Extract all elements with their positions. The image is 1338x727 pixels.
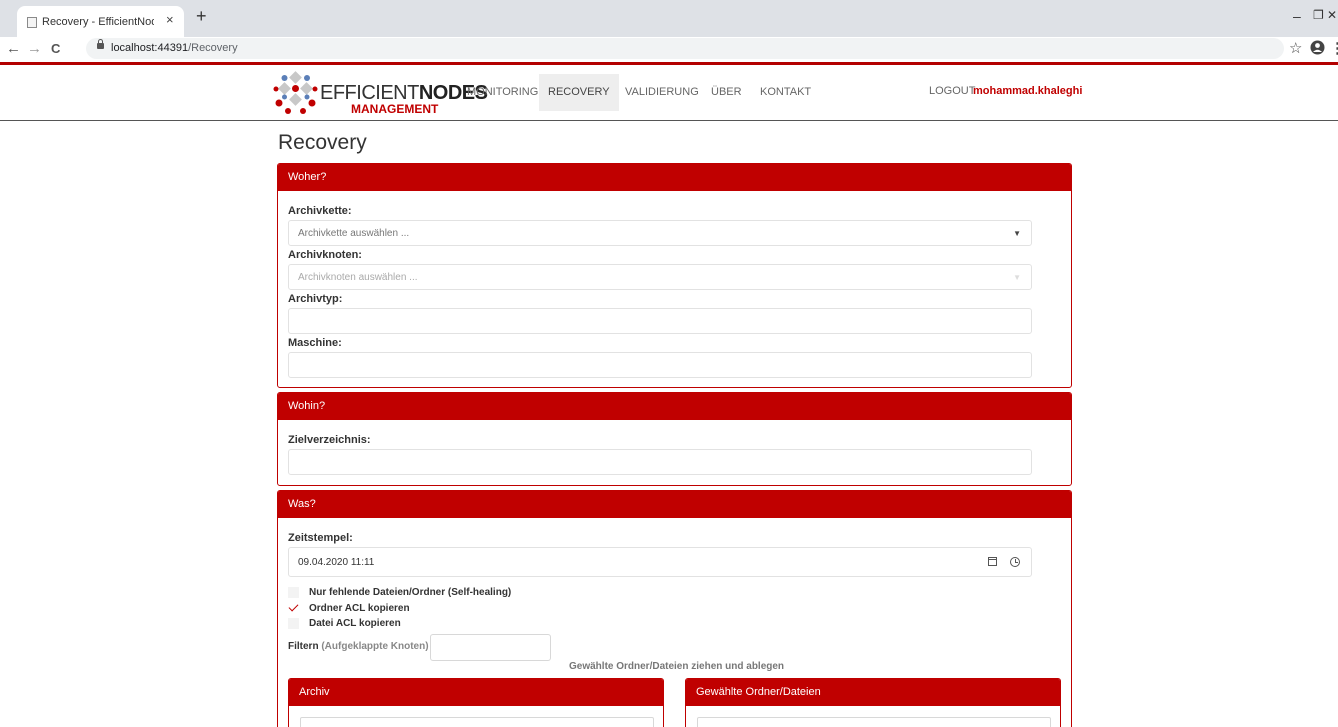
browser-tab[interactable]: Recovery - EfficientNodes.Manag ×	[17, 6, 184, 37]
nav-validierung[interactable]: VALIDIERUNG	[616, 74, 708, 111]
zielverzeichnis-label: Zielverzeichnis:	[288, 434, 371, 446]
ordner-acl-checkbox[interactable]	[288, 603, 299, 614]
ordner-acl-label: Ordner ACL kopieren	[309, 603, 410, 614]
new-tab-icon[interactable]: +	[196, 6, 207, 27]
archiv-panel: Archiv	[288, 678, 664, 727]
datei-acl-label: Datei ACL kopieren	[309, 618, 401, 629]
forward-icon[interactable]: →	[27, 40, 42, 57]
selected-items-dropzone[interactable]	[697, 717, 1051, 727]
archivknoten-select[interactable]: Archivknoten auswählen ... ▼	[288, 264, 1032, 290]
tab-close-icon[interactable]: ×	[166, 12, 174, 27]
filter-label: Filtern (Aufgeklappte Knoten)	[288, 641, 429, 652]
site-navbar: EFFICIENTNODES MANAGEMENT MONITORING REC…	[0, 65, 1338, 121]
archivkette-select[interactable]: Archivkette auswählen ... ▼	[288, 220, 1032, 246]
back-icon[interactable]: ←	[6, 40, 21, 57]
zeitstempel-field[interactable]: 09.04.2020 11:11	[288, 547, 1032, 577]
panel-was: Was? Zeitstempel: 09.04.2020 11:11 Nur f…	[277, 490, 1072, 727]
browser-toolbar: ← → C localhost:44391/Recovery ☆ ⋮	[0, 37, 1338, 63]
clock-icon[interactable]	[1010, 557, 1020, 567]
reload-icon[interactable]: C	[51, 41, 60, 56]
chevron-down-icon: ▼	[1013, 229, 1021, 238]
archiv-panel-heading: Archiv	[289, 679, 663, 706]
selected-items-panel: Gewählte Ordner/Dateien	[685, 678, 1061, 727]
maschine-label: Maschine:	[288, 337, 342, 349]
url-text: localhost:44391/Recovery	[111, 42, 238, 54]
close-window-icon[interactable]: ✕	[1327, 8, 1337, 22]
panel-woher: Woher? Archivkette: Archivkette auswähle…	[277, 163, 1072, 388]
nodes-logo-icon	[273, 71, 318, 114]
nav-ueber[interactable]: ÜBER	[702, 74, 751, 111]
logout-link[interactable]: LOGOUT	[929, 85, 975, 97]
panel-was-heading: Was?	[278, 491, 1071, 518]
brand-logo[interactable]: EFFICIENTNODES MANAGEMENT	[272, 69, 488, 117]
archivtyp-field[interactable]	[288, 308, 1032, 334]
bookmark-star-icon[interactable]: ☆	[1289, 39, 1302, 57]
page-title: Recovery	[278, 131, 367, 154]
archiv-tree-filter[interactable]	[300, 717, 654, 727]
minimize-icon[interactable]: –	[1293, 8, 1301, 24]
archivkette-label: Archivkette:	[288, 205, 352, 217]
datei-acl-checkbox[interactable]	[288, 618, 299, 629]
calendar-icon[interactable]	[988, 557, 997, 566]
zeitstempel-label: Zeitstempel:	[288, 532, 353, 544]
maschine-field[interactable]	[288, 352, 1032, 378]
panel-woher-heading: Woher?	[278, 164, 1071, 191]
nav-monitoring[interactable]: MONITORING	[458, 74, 547, 111]
zielverzeichnis-field[interactable]	[288, 449, 1032, 475]
self-healing-label: Nur fehlende Dateien/Ordner (Self-healin…	[309, 587, 512, 598]
selected-items-panel-heading: Gewählte Ordner/Dateien	[686, 679, 1060, 706]
brand-subtitle: MANAGEMENT	[351, 102, 439, 116]
panel-wohin: Wohin? Zielverzeichnis:	[277, 392, 1072, 486]
user-name-link[interactable]: mohammad.khaleghi	[973, 85, 1082, 97]
page-favicon-icon	[27, 17, 37, 28]
lock-icon	[97, 39, 104, 49]
panel-wohin-heading: Wohin?	[278, 393, 1071, 420]
filter-input[interactable]	[430, 634, 551, 661]
browser-menu-icon[interactable]: ⋮	[1330, 39, 1338, 57]
chevron-down-icon: ▼	[1013, 273, 1021, 282]
nav-kontakt[interactable]: KONTAKT	[751, 74, 820, 111]
drag-drop-hint: Gewählte Ordner/Dateien ziehen und ableg…	[569, 661, 785, 672]
archivknoten-label: Archivknoten:	[288, 249, 362, 261]
tab-title: Recovery - EfficientNodes.Manag	[42, 16, 154, 28]
restore-icon[interactable]: ❐	[1313, 8, 1324, 22]
self-healing-checkbox[interactable]	[288, 587, 299, 598]
profile-icon[interactable]	[1310, 40, 1325, 59]
browser-tabstrip: Recovery - EfficientNodes.Manag × + – ❐ …	[0, 0, 1338, 37]
archivtyp-label: Archivtyp:	[288, 293, 343, 305]
address-bar[interactable]: localhost:44391/Recovery	[86, 38, 1284, 59]
nav-recovery[interactable]: RECOVERY	[539, 74, 619, 111]
